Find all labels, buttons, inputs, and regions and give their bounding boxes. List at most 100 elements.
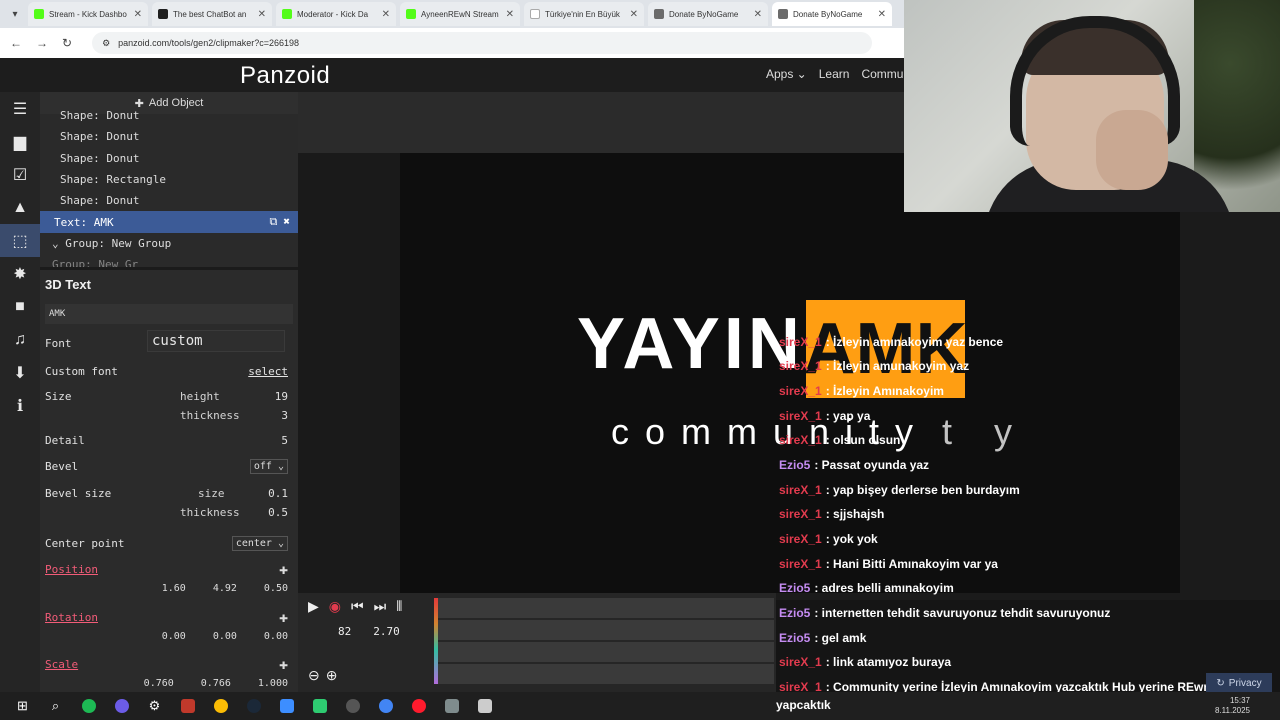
text-input[interactable]: AMK <box>45 304 293 324</box>
close-icon[interactable]: ✕ <box>382 9 390 20</box>
timeline-readout: 82 2.70 <box>338 625 400 638</box>
cube-icon[interactable]: ⬚ <box>0 224 40 257</box>
url-field[interactable]: ⚙ panzoid.com/tools/gen2/clipmaker?c=266… <box>92 32 873 54</box>
explorer-icon[interactable] <box>468 692 501 720</box>
browser-tab[interactable]: The best ChatBot an ✕ <box>152 2 272 26</box>
checkbox-icon[interactable]: ☑ <box>0 158 40 191</box>
track-lane[interactable] <box>434 664 774 684</box>
zoom-out-icon[interactable]: ⊖ <box>308 667 320 684</box>
zoom-controls: ⊖ ⊕ <box>308 667 337 684</box>
download-icon[interactable]: ⬇ <box>0 356 40 389</box>
opera-icon[interactable] <box>402 692 435 720</box>
url-text: panzoid.com/tools/gen2/clipmaker?c=26619… <box>118 38 300 48</box>
group-item[interactable]: Group: New Gr <box>40 254 298 267</box>
system-clock[interactable]: 15:37 8.11.2025 <box>1215 696 1250 716</box>
close-icon[interactable]: ✕ <box>878 9 886 20</box>
track-lane[interactable] <box>434 642 774 662</box>
steam-icon[interactable] <box>237 692 270 720</box>
play-icon[interactable]: ▶ <box>308 598 319 615</box>
add-keyframe-icon[interactable]: ✚ <box>279 560 288 578</box>
properties-panel: 3D Text AMK Font custom Custom font selec… <box>40 270 298 692</box>
browser-tab[interactable]: Moderator - Kick Da ✕ <box>276 2 396 26</box>
nav-apps[interactable]: Apps ⌄ <box>766 67 807 81</box>
menu-icon[interactable]: ☰ <box>0 92 40 125</box>
close-icon[interactable]: ✕ <box>134 9 142 20</box>
group-item[interactable]: ⌄ Group: New Group <box>40 233 298 254</box>
image-icon[interactable]: ▲ <box>0 191 40 224</box>
font-input[interactable]: custom <box>147 330 285 352</box>
app-icon[interactable] <box>435 692 468 720</box>
browser-tab[interactable]: Türkiye'nin En Büyük ✕ <box>524 2 644 26</box>
add-keyframe-icon[interactable]: ✚ <box>279 655 288 673</box>
previous-icon[interactable]: ⏮ <box>351 598 364 615</box>
select-font-link[interactable]: select <box>248 365 288 378</box>
back-icon[interactable]: ← <box>10 36 22 50</box>
close-icon[interactable]: ✕ <box>258 9 266 20</box>
detail-value[interactable]: 5 <box>281 434 288 447</box>
browser-tab[interactable]: Donate ByNoGame ✕ <box>772 2 892 26</box>
tab-search-icon[interactable]: ▾ <box>6 5 24 23</box>
chrome-icon[interactable] <box>204 692 237 720</box>
close-icon[interactable]: ✕ <box>754 9 762 20</box>
rotation-row: Rotation ✚ <box>45 608 288 626</box>
object-item-selected[interactable]: Text: AMK ⧉ ✖ <box>40 211 298 233</box>
reload-icon[interactable]: ↻ <box>62 36 72 50</box>
duplicate-icon[interactable]: ⧉ <box>270 215 278 229</box>
thickness-value[interactable]: 3 <box>281 409 288 422</box>
object-item[interactable]: Shape: Donut <box>40 148 298 169</box>
browser-tab[interactable]: Donate ByNoGame ✕ <box>648 2 768 26</box>
chevron-down-icon[interactable]: ⌄ <box>52 237 65 250</box>
browser-tab-strip: ▾ Stream - Kick Dashbo ✕ The best ChatBot… <box>0 0 904 28</box>
close-icon[interactable]: ✕ <box>506 9 514 20</box>
site-nav: Apps ⌄ Learn Commu <box>766 67 903 81</box>
track-lane[interactable] <box>434 598 774 618</box>
record-icon[interactable]: ◉ <box>329 598 341 615</box>
app-icon[interactable] <box>303 692 336 720</box>
chat-message: sireX_1: İzleyin amunakoyim yaz <box>779 359 970 373</box>
settings-icon[interactable]: ⚙ <box>138 692 171 720</box>
chat-message: Ezio5: adres belli amınakoyim <box>779 581 954 595</box>
waveform-icon[interactable]: ⦀ <box>396 598 402 615</box>
time-value: 2.70 <box>373 625 400 638</box>
next-icon[interactable]: ⏭ <box>374 598 387 615</box>
privacy-button[interactable]: ↻ Privacy <box>1206 673 1272 693</box>
nav-community[interactable]: Commu <box>861 67 903 81</box>
site-info-icon[interactable]: ⚙ <box>102 38 110 49</box>
obs-icon[interactable] <box>336 692 369 720</box>
browser-tab[interactable]: AyneenREwN Stream ✕ <box>400 2 520 26</box>
app-icon[interactable] <box>270 692 303 720</box>
chatbot-favicon-icon <box>158 9 168 19</box>
zoom-in-icon[interactable]: ⊕ <box>326 667 338 684</box>
chat-message: sireX_1: link atamıyoz buraya <box>779 655 952 669</box>
browser-tab[interactable]: Stream - Kick Dashbo ✕ <box>28 2 148 26</box>
close-icon[interactable]: ✕ <box>630 9 638 20</box>
playhead[interactable] <box>434 598 438 684</box>
site-logo[interactable]: Panzoid <box>240 62 330 90</box>
search-icon[interactable]: ⌕ <box>39 692 72 720</box>
delete-icon[interactable]: ✖ <box>283 215 290 229</box>
add-keyframe-icon[interactable]: ✚ <box>279 608 288 626</box>
info-icon[interactable]: ℹ <box>0 389 40 422</box>
music-icon[interactable]: ♫ <box>0 323 40 356</box>
forward-icon[interactable]: → <box>36 36 48 50</box>
camera-icon[interactable]: ■ <box>0 290 40 323</box>
object-item[interactable]: Shape: Donut <box>40 190 298 211</box>
bevel-thickness-value[interactable]: 0.5 <box>268 506 288 519</box>
center-select[interactable]: center ⌄ <box>231 535 288 551</box>
nav-learn[interactable]: Learn <box>819 67 850 81</box>
bevel-select[interactable]: off ⌄ <box>249 458 288 474</box>
bevel-size-value[interactable]: 0.1 <box>268 487 288 500</box>
height-value[interactable]: 19 <box>275 390 288 403</box>
folder-icon[interactable]: ▆ <box>0 125 40 158</box>
kick-favicon-icon <box>406 9 416 19</box>
object-item[interactable]: Shape: Rectangle <box>40 169 298 190</box>
windows-start-icon[interactable]: ⊞ <box>6 692 39 720</box>
burst-icon[interactable]: ✸ <box>0 257 40 290</box>
track-lane[interactable] <box>434 620 774 640</box>
chat-app-icon[interactable] <box>105 692 138 720</box>
chrome-icon[interactable] <box>369 692 402 720</box>
app-icon[interactable] <box>171 692 204 720</box>
timeline-tracks[interactable] <box>434 598 774 684</box>
object-item[interactable]: Shape: Donut <box>40 126 298 147</box>
spotify-icon[interactable] <box>72 692 105 720</box>
